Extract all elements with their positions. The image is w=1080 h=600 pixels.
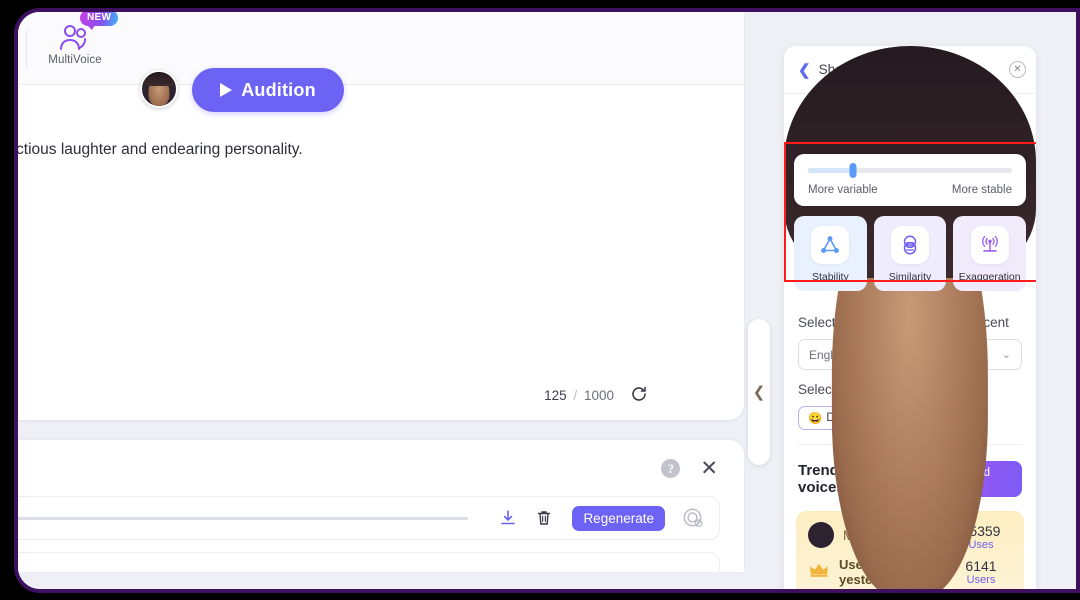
avatar-face-art bbox=[142, 72, 176, 106]
audio-tune-icon[interactable] bbox=[681, 506, 705, 530]
character-counter: 125 / 1000 bbox=[544, 385, 648, 406]
audio-player-row: Regenerate bbox=[18, 496, 720, 540]
script-text[interactable]: nces with his infectious laughter and en… bbox=[18, 138, 744, 161]
mode-label-similarity: Similarity bbox=[888, 271, 932, 283]
delete-icon[interactable] bbox=[534, 508, 554, 528]
slider-fill bbox=[808, 168, 853, 173]
mode-card-exaggeration[interactable]: Exaggeration bbox=[953, 216, 1027, 291]
char-limit: 1000 bbox=[583, 388, 614, 403]
editor-toolbar: NEW MultiVoice bbox=[18, 12, 744, 85]
audition-button[interactable]: Audition bbox=[192, 68, 344, 112]
slider-thumb[interactable] bbox=[849, 163, 857, 178]
collapse-panel-handle[interactable]: ❮ bbox=[748, 319, 770, 465]
mode-label-stability: Stability bbox=[811, 271, 849, 283]
avatar-face-art bbox=[784, 46, 1036, 589]
stability-slider-card: More variable More stable bbox=[794, 154, 1026, 206]
panel-secondary-strip bbox=[18, 552, 720, 578]
char-current: 125 bbox=[544, 388, 567, 403]
refresh-icon[interactable] bbox=[630, 385, 648, 406]
slider-right-label: More stable bbox=[951, 184, 1012, 196]
voice-mode-row: Stability Similarity Exaggeration bbox=[784, 206, 1036, 303]
trending-voice-card[interactable]: Marcus Used yesterday NO.1 25359 Uses 61… bbox=[784, 46, 1036, 589]
triangle-nodes-icon bbox=[811, 226, 850, 264]
regenerate-button[interactable]: Regenerate bbox=[572, 505, 665, 531]
audio-progress-bar[interactable] bbox=[18, 516, 469, 520]
venn-circles-icon bbox=[891, 226, 929, 264]
play-icon bbox=[220, 83, 233, 97]
audition-label: Audition bbox=[241, 79, 316, 100]
script-editor-card: NEW MultiVoice Audition tious laughter a… bbox=[18, 12, 744, 420]
help-icon[interactable]: ? bbox=[661, 459, 681, 478]
multivoice-label: MultiVoice bbox=[48, 54, 102, 66]
trending-card-left: Marcus Used yesterday NO.1 bbox=[784, 46, 1036, 589]
trending-avatar bbox=[784, 46, 1036, 589]
mode-card-stability[interactable]: Stability bbox=[794, 216, 867, 291]
app-window-frame: NEW MultiVoice Audition tious laughter a… bbox=[14, 8, 1080, 593]
trending-name-row: Marcus bbox=[784, 46, 1036, 589]
toolbar-divider bbox=[26, 30, 27, 68]
broadcast-antenna-icon bbox=[970, 226, 1009, 264]
selected-voice-avatar[interactable] bbox=[140, 70, 178, 108]
slider-labels: More variable More stable bbox=[808, 184, 1012, 196]
char-separator: / bbox=[573, 388, 578, 403]
download-icon[interactable] bbox=[498, 508, 518, 528]
voice-settings-panel: ❮ Show all voices ✕ Marcus ♡ PRO Adults bbox=[784, 46, 1036, 589]
stability-slider[interactable] bbox=[808, 163, 1012, 178]
slider-left-label: More variable bbox=[808, 184, 878, 196]
playback-panel: ? ✕ Regenerate bbox=[18, 440, 744, 578]
multivoice-button[interactable]: NEW MultiVoice bbox=[38, 12, 119, 66]
multivoice-icon bbox=[38, 22, 112, 52]
panel-tools: ? ✕ bbox=[661, 458, 718, 479]
mode-label-exaggeration: Exaggeration bbox=[958, 271, 1021, 283]
main-content-area: NEW MultiVoice Audition tious laughter a… bbox=[18, 12, 770, 589]
mode-card-similarity[interactable]: Similarity bbox=[873, 216, 947, 291]
close-icon[interactable]: ✕ bbox=[700, 458, 718, 479]
